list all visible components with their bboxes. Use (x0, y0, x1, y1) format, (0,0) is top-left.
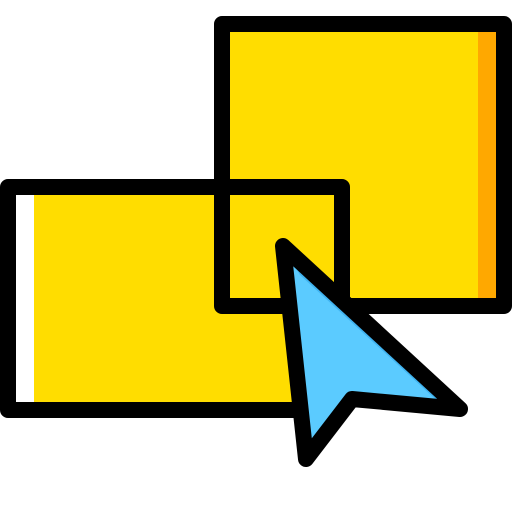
select-overlapping-shapes-icon (0, 16, 512, 467)
icon-canvas (0, 0, 512, 512)
